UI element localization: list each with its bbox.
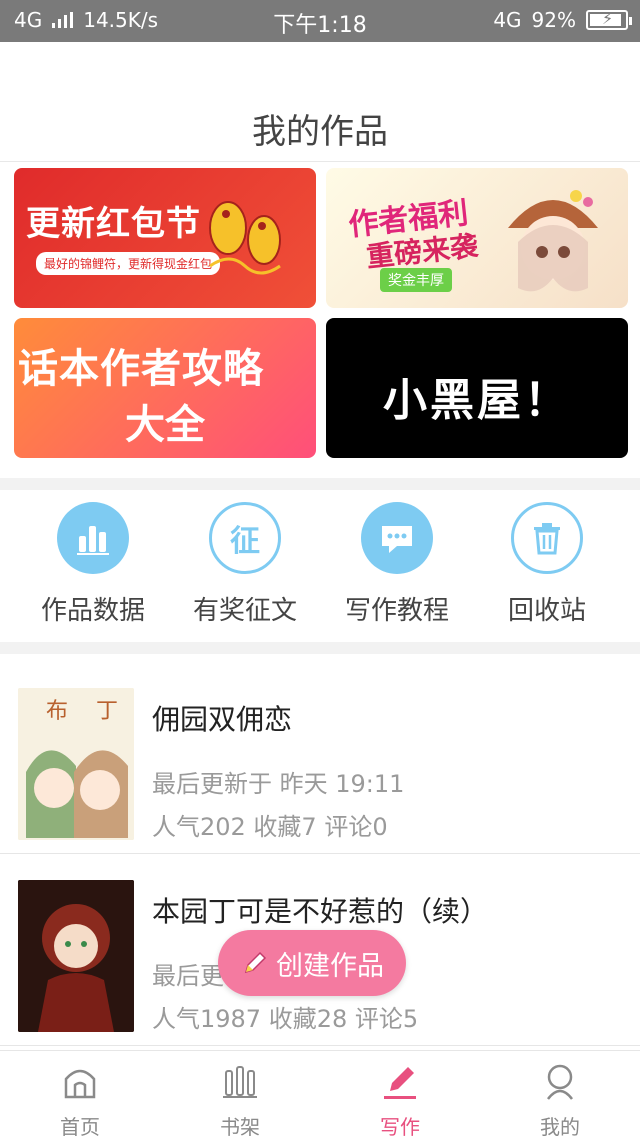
- work-cover: [18, 880, 134, 1032]
- work-title: 本园丁可是不好惹的（续）: [152, 895, 489, 928]
- profile-icon: [547, 1064, 573, 1100]
- tab-writing[interactable]: 写作: [320, 1061, 480, 1140]
- network-right: 4G: [493, 8, 522, 32]
- bottom-tab-bar: 首页 书架 写作 我的: [0, 1050, 640, 1140]
- tab-profile[interactable]: 我的: [480, 1061, 640, 1140]
- tab-bookshelf[interactable]: 书架: [160, 1061, 320, 1140]
- anime-girl-illustration: [508, 190, 598, 292]
- banner-author-benefits[interactable]: 作者福利 重磅来袭 奖金丰厚: [326, 168, 628, 308]
- work-stats: 人气1987 收藏28 评论5: [152, 1005, 419, 1033]
- banner-title: 更新红包节: [26, 204, 201, 244]
- work-title: 佣园双佣恋: [152, 703, 293, 736]
- tool-label: 回收站: [507, 596, 586, 626]
- battery-percent: 92%: [531, 8, 576, 32]
- create-work-button[interactable]: 创建作品: [218, 930, 406, 996]
- banner-black-room[interactable]: 小黑屋！: [326, 318, 628, 458]
- tab-label: 书架: [220, 1115, 260, 1139]
- work-item[interactable]: 布 丁 佣园双佣恋 最后更新于 昨天 19:11 人气202 收藏7 评论0: [0, 664, 640, 854]
- tab-label: 写作: [380, 1115, 420, 1139]
- pen-icon: [384, 1067, 416, 1099]
- work-cover: 布 丁: [18, 688, 134, 840]
- banner-title: 小黑屋！: [383, 375, 571, 426]
- pencil-icon: [244, 951, 267, 974]
- tool-label: 写作教程: [344, 596, 449, 626]
- tool-contest[interactable]: 征 有奖征文: [170, 502, 320, 627]
- chat-icon: [361, 502, 433, 574]
- tool-recycle-bin[interactable]: 回收站: [472, 502, 622, 627]
- tab-home[interactable]: 首页: [0, 1061, 160, 1140]
- koi-fish-icon: [209, 201, 281, 275]
- contest-icon: 征: [209, 502, 281, 574]
- create-work-label: 创建作品: [276, 950, 384, 982]
- tool-label: 作品数据: [40, 596, 145, 626]
- divider: [0, 478, 640, 490]
- header: 我的作品: [0, 42, 640, 162]
- banner-line1: 话本作者攻略: [18, 346, 264, 392]
- tool-tutorial[interactable]: 写作教程: [322, 502, 472, 627]
- status-bar: 4G 14.5K/s 下午1:18 4G 92% ⚡: [0, 0, 640, 42]
- bookshelf-icon: [223, 1066, 257, 1098]
- tool-label: 有奖征文: [192, 596, 297, 626]
- battery-icon: ⚡: [586, 9, 632, 30]
- work-stats: 人气202 收藏7 评论0: [152, 813, 388, 841]
- page-title: 我的作品: [252, 112, 388, 152]
- tool-works-data[interactable]: 作品数据: [18, 502, 168, 627]
- tab-label: 我的: [540, 1115, 580, 1139]
- banner-subtitle: 最好的锦鲤符，更新得现金红包: [36, 252, 221, 275]
- work-updated: 最后更新于 昨天 19:11: [152, 770, 405, 798]
- tools-row: 作品数据 征 有奖征文 写作教程 回收站: [0, 490, 640, 642]
- banner-red-packet[interactable]: 更新红包节 最好的锦鲤符，更新得现金红包: [14, 168, 316, 308]
- svg-text:丁: 丁: [96, 699, 118, 724]
- banner-tag: 奖金丰厚: [380, 268, 452, 292]
- trash-icon: [511, 502, 583, 574]
- svg-text:布: 布: [46, 699, 68, 724]
- banner-line2: 大全: [125, 402, 205, 448]
- tab-label: 首页: [60, 1115, 100, 1139]
- banner-author-guide[interactable]: 话本作者攻略 大全: [14, 318, 316, 458]
- home-icon: [64, 1069, 96, 1099]
- bar-chart-icon: [57, 502, 129, 574]
- divider: [0, 642, 640, 654]
